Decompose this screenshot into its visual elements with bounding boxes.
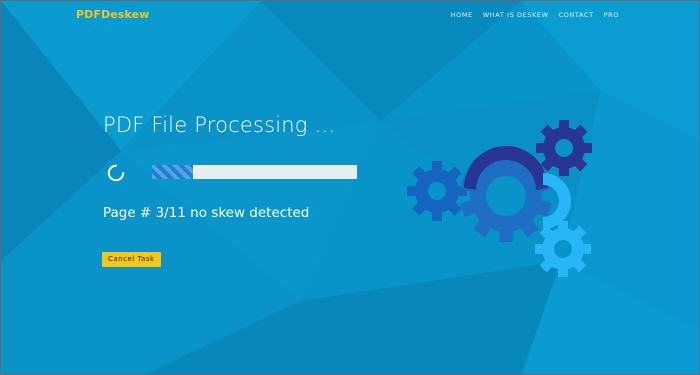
progress-bar-fill [152,165,193,179]
progress-bar [152,165,357,179]
loading-spinner-icon [107,164,125,182]
nav-contact[interactable]: CONTACT [559,11,594,19]
nav-home[interactable]: HOME [451,11,473,19]
gears-illustration [407,120,592,277]
top-nav: HOME WHAT IS DESKEW CONTACT PRO [451,11,619,19]
page-title: PDF File Processing ... [103,113,336,137]
status-text: Page # 3/11 no skew detected [103,205,310,221]
nav-what-is-deskew[interactable]: WHAT IS DESKEW [483,11,549,19]
gear-left-icon [407,161,467,221]
nav-pro[interactable]: PRO [604,11,619,19]
brand-logo[interactable]: PDFDeskew [76,8,149,21]
gear-top-right-icon [536,120,592,176]
gear-bottom-right-icon [535,221,591,277]
cancel-task-button[interactable]: Cancel Task [102,252,161,267]
page-frame: PDFDeskew HOME WHAT IS DESKEW CONTACT PR… [0,0,700,375]
